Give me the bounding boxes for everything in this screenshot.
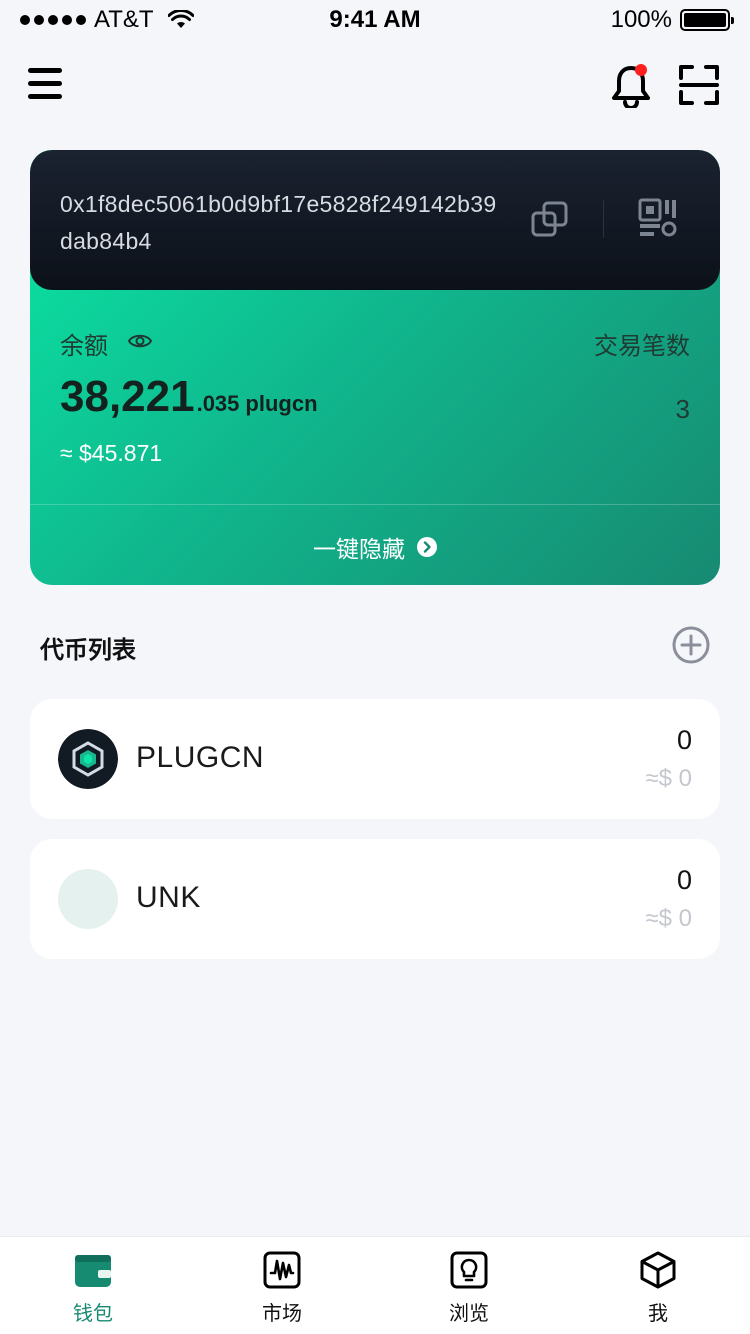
token-usd-value: ≈$ 0 [645,765,692,792]
plugcn-logo-icon [58,729,118,789]
status-bar: AT&T 9:41 AM 100% [0,0,750,40]
wallet-card: 0x1f8dec5061b0d9bf17e5828f249142b39dab84… [30,150,720,585]
hide-balance-label: 一键隐藏 [313,536,405,562]
wallet-address-panel: 0x1f8dec5061b0d9bf17e5828f249142b39dab84… [30,150,720,290]
tab-label: 我 [648,1303,668,1325]
menu-button[interactable] [28,66,64,102]
divider [30,504,720,505]
tx-count-label: 交易笔数 [594,333,690,360]
copy-icon[interactable] [530,200,570,240]
balance-usd: ≈ $45.871 [60,440,163,466]
balance-amount: 38,221 .035 plugcn [60,372,318,422]
token-name: UNK [136,881,201,914]
notification-badge [635,64,647,76]
token-row-plugcn[interactable]: PLUGCN 0 ≈$ 0 [30,699,720,819]
bottom-tab-bar: 钱包 市场 浏览 我 [0,1236,750,1334]
balance-unit: plugcn [245,391,318,416]
tab-market[interactable]: 市场 [222,1251,342,1326]
status-right: 100% [610,6,734,34]
tab-wallet[interactable]: 钱包 [33,1251,153,1326]
token-name: PLUGCN [136,741,265,774]
hide-balance-button[interactable]: 一键隐藏 [30,530,720,564]
token-amount: 0 [676,725,692,755]
tab-me[interactable]: 我 [598,1251,718,1326]
tab-label: 市场 [262,1303,302,1325]
token-amount: 0 [676,865,692,895]
token-usd-value: ≈$ 0 [645,905,692,932]
scan-icon[interactable] [678,64,720,106]
eye-icon[interactable] [128,330,152,352]
wallet-address[interactable]: 0x1f8dec5061b0d9bf17e5828f249142b39dab84… [60,186,500,260]
browse-icon [450,1251,488,1289]
balance-decimal: .035 [196,391,240,416]
unknown-token-icon [58,869,118,929]
token-row-unk[interactable]: UNK 0 ≈$ 0 [30,839,720,959]
tab-label: 钱包 [73,1303,113,1325]
battery-percent: 100% [610,6,672,33]
chevron-right-circle-icon [417,537,437,557]
divider [603,200,604,238]
tx-count-value: 3 [675,394,690,424]
battery-icon [680,9,734,31]
tab-browse[interactable]: 浏览 [409,1251,529,1326]
wallet-icon [75,1255,111,1287]
market-icon [263,1251,301,1289]
qr-code-icon[interactable] [638,198,678,240]
balance-integer: 38,221 [60,372,195,421]
tab-label: 浏览 [449,1303,489,1325]
add-token-icon[interactable] [671,625,711,665]
profile-cube-icon [640,1251,676,1289]
bell-icon[interactable] [610,62,652,108]
token-list-title: 代币列表 [40,637,136,664]
menu-icon [28,68,62,73]
balance-label: 余额 [60,333,108,360]
